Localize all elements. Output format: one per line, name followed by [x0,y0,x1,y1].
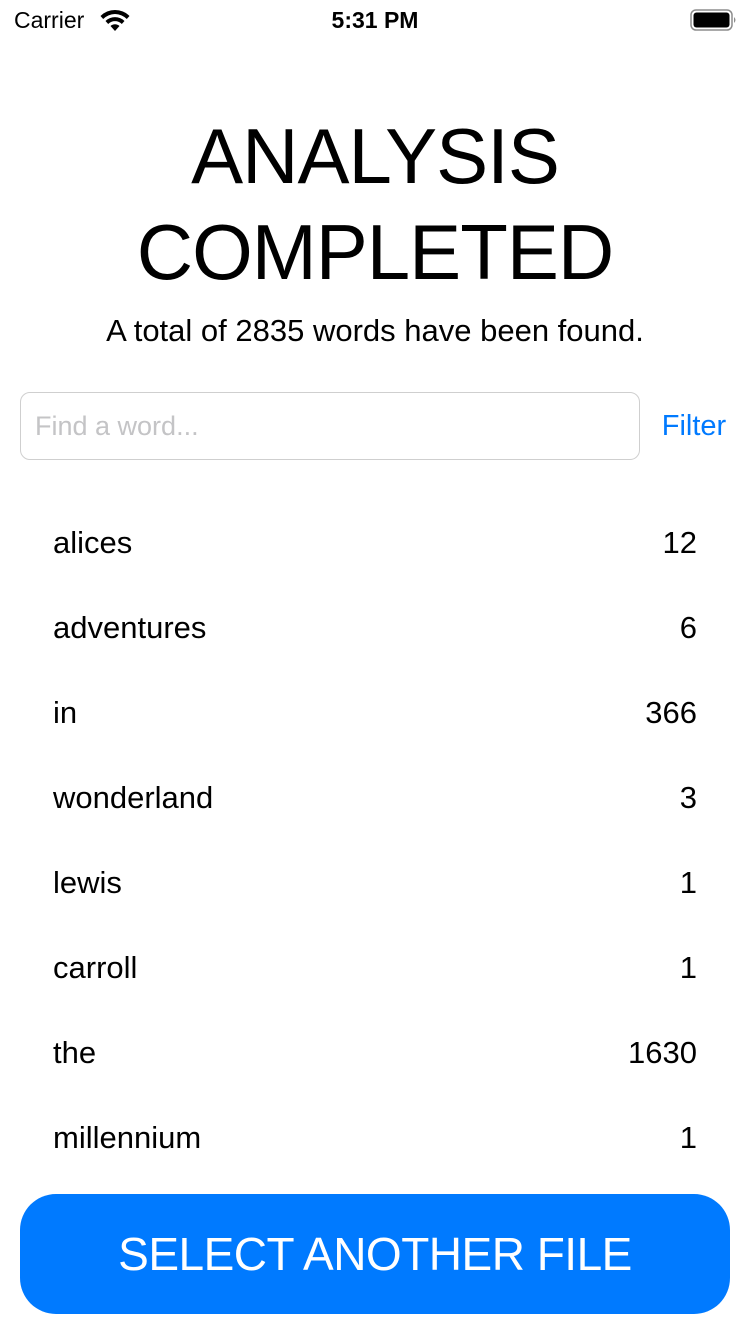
word-row[interactable]: millennium 1 [0,1095,750,1180]
title-line-1: ANALYSIS [191,112,560,200]
word-label: adventures [53,609,207,645]
word-row[interactable]: alices 12 [0,500,750,585]
page-title: ANALYSIS COMPLETED [0,108,750,300]
word-count: 1 [679,949,697,985]
word-count: 12 [662,524,697,560]
word-list[interactable]: alices 12 adventures 6 in 366 wonderland 3 lewis… [0,500,750,1180]
clock: 5:31 PM [331,7,419,33]
word-count: 1 [679,864,697,900]
word-label: millennium [53,1119,202,1155]
word-count: 366 [645,694,697,730]
word-row[interactable]: adventures 6 [0,585,750,670]
word-label: alices [53,524,133,560]
word-row[interactable]: wonderland 3 [0,755,750,840]
word-row[interactable]: the 1630 [0,1010,750,1095]
word-row[interactable]: lewis 1 [0,840,750,925]
filter-button[interactable]: Filter [650,392,738,460]
word-count: 1 [679,1119,697,1155]
word-count: 1630 [628,1034,697,1070]
word-label: lewis [53,864,122,900]
select-another-file-button[interactable]: SELECT ANOTHER FILE [20,1194,730,1314]
word-row[interactable]: carroll 1 [0,925,750,1010]
status-bar: Carrier 5:31 PM [0,0,750,40]
word-label: carroll [53,949,138,985]
word-row[interactable]: in 366 [0,670,750,755]
word-label: wonderland [53,779,214,815]
analysis-screen: Carrier 5:31 PM ANALYSIS COMPLETED A tot… [0,0,750,1334]
word-search-input[interactable] [20,392,640,460]
battery-icon [690,9,736,31]
word-label: the [53,1034,97,1070]
word-count: 6 [679,609,697,645]
word-total-summary: A total of 2835 words have been found. [106,313,644,348]
title-line-2: COMPLETED [136,208,614,296]
word-label: in [53,694,78,730]
word-count: 3 [679,779,697,815]
